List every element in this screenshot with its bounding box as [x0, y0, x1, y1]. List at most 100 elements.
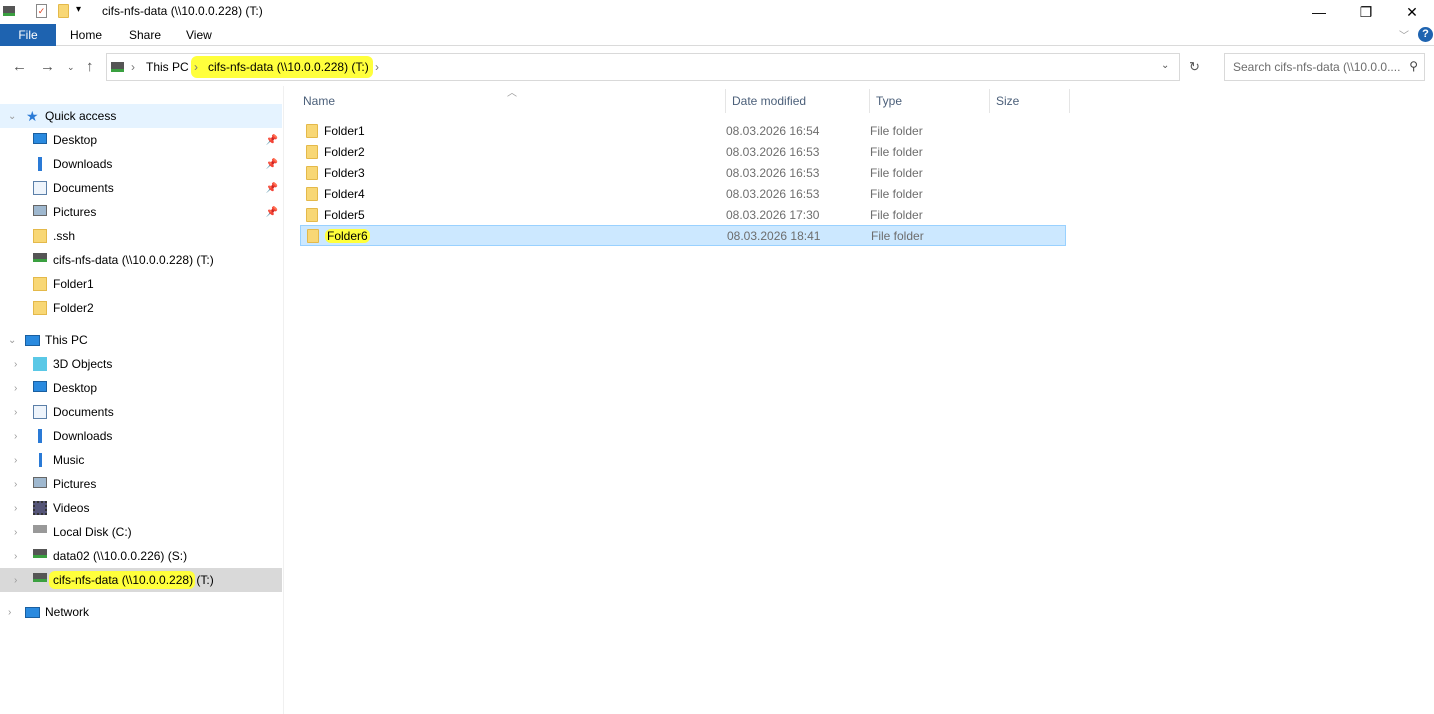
file-type: File folder	[871, 228, 924, 243]
customize-qat-icon[interactable]: ▾	[76, 4, 81, 15]
address-bar[interactable]: › This PC › cifs-nfs-data (\\10.0.0.228)…	[106, 53, 1200, 81]
sidebar-item[interactable]: Downloads 📌	[0, 152, 282, 176]
close-button[interactable]: ✕	[1389, 0, 1434, 24]
column-header-size[interactable]: Size	[990, 89, 1070, 113]
file-name: Folder2	[324, 144, 365, 159]
column-header-date[interactable]: Date modified	[726, 89, 870, 113]
up-button[interactable]: ↑	[86, 58, 94, 75]
back-button[interactable]: ←	[12, 58, 27, 75]
navigation-pane: ⌄ ★ Quick access Desktop 📌 Downloads 📌 Docum…	[0, 86, 284, 714]
folder-icon	[306, 123, 318, 138]
tab-share[interactable]: Share	[115, 24, 175, 46]
minimize-button[interactable]: —	[1296, 0, 1342, 24]
expand-ribbon-icon[interactable]: ﹀	[1399, 27, 1409, 42]
file-date: 08.03.2026 16:53	[726, 186, 820, 201]
chevron-right-icon[interactable]: ›	[14, 431, 17, 442]
file-date: 08.03.2026 16:53	[726, 165, 820, 180]
folder-icon	[33, 277, 47, 291]
sidebar-item[interactable]: cifs-nfs-data (\\10.0.0.228) (T:)	[0, 248, 282, 272]
chevron-right-icon[interactable]: ›	[14, 359, 17, 370]
file-name-cell: Folder6	[301, 228, 727, 243]
pin-icon[interactable]: 📌	[266, 207, 278, 218]
file-date: 08.03.2026 17:30	[726, 207, 820, 222]
sidebar-label: Music	[53, 453, 85, 467]
recent-locations-button[interactable]: ⌄	[67, 62, 75, 73]
chevron-right-icon[interactable]: ›	[14, 575, 17, 586]
doc-icon	[33, 181, 47, 195]
sidebar-label: Local Disk (C:)	[53, 525, 132, 539]
refresh-icon[interactable]: ↻	[1189, 59, 1200, 75]
column-header-type[interactable]: Type	[870, 89, 990, 113]
help-icon[interactable]: ?	[1418, 27, 1433, 42]
folder-icon	[306, 165, 318, 180]
sidebar-network[interactable]: › Network	[0, 600, 282, 624]
file-row[interactable]: Folder2 08.03.2026 16:53 File folder	[300, 141, 1066, 162]
new-folder-icon[interactable]	[58, 4, 69, 18]
sidebar-item[interactable]: › Documents	[0, 400, 282, 424]
sidebar-quick-access[interactable]: ⌄ ★ Quick access	[0, 104, 282, 128]
pic-icon	[33, 205, 47, 216]
sidebar-item[interactable]: › Downloads	[0, 424, 282, 448]
folder-icon	[306, 207, 318, 222]
chevron-down-icon[interactable]: ⌄	[8, 111, 16, 122]
sidebar-item[interactable]: › Videos	[0, 496, 282, 520]
folder-icon	[306, 144, 318, 159]
sidebar-item[interactable]: › Music	[0, 448, 282, 472]
address-dropdown-icon[interactable]: ⌄	[1161, 60, 1169, 71]
chevron-right-icon[interactable]: ›	[14, 407, 17, 418]
tab-view[interactable]: View	[172, 24, 226, 46]
pin-icon[interactable]: 📌	[266, 183, 278, 194]
breadcrumb-this-pc[interactable]: This PC	[146, 60, 189, 74]
drive-icon	[33, 253, 47, 262]
sidebar-item[interactable]: › cifs-nfs-data (\\10.0.0.228) (T:)	[0, 568, 282, 592]
breadcrumb-drive[interactable]: cifs-nfs-data (\\10.0.0.228) (T:)	[208, 60, 369, 74]
chevron-right-icon[interactable]: ›	[14, 503, 17, 514]
sidebar-item[interactable]: › Pictures	[0, 472, 282, 496]
sidebar-item[interactable]: › Desktop	[0, 376, 282, 400]
chevron-right-icon[interactable]: ›	[14, 383, 17, 394]
breadcrumb-separator[interactable]: ›	[194, 60, 198, 74]
file-type: File folder	[870, 144, 923, 159]
breadcrumb-separator[interactable]: ›	[131, 60, 135, 74]
sidebar-item[interactable]: › Local Disk (C:)	[0, 520, 282, 544]
file-type: File folder	[870, 165, 923, 180]
breadcrumb-separator[interactable]: ›	[375, 60, 379, 74]
file-row[interactable]: Folder1 08.03.2026 16:54 File folder	[300, 120, 1066, 141]
pin-icon[interactable]: 📌	[266, 135, 278, 146]
tab-home[interactable]: Home	[56, 24, 116, 46]
drive-icon	[3, 6, 15, 16]
chevron-right-icon[interactable]: ›	[14, 527, 17, 538]
search-input[interactable]: Search cifs-nfs-data (\\10.0.0.... ⚲	[1224, 53, 1425, 81]
file-row[interactable]: Folder5 08.03.2026 17:30 File folder	[300, 204, 1066, 225]
chevron-right-icon[interactable]: ›	[14, 479, 17, 490]
chevron-right-icon[interactable]: ›	[8, 607, 11, 618]
tab-file[interactable]: File	[0, 24, 56, 46]
sidebar-this-pc[interactable]: ⌄ This PC	[0, 328, 282, 352]
sidebar-item[interactable]: Folder1	[0, 272, 282, 296]
sidebar-item[interactable]: Desktop 📌	[0, 128, 282, 152]
restore-button[interactable]: ❐	[1343, 0, 1389, 24]
chevron-right-icon[interactable]: ›	[14, 551, 17, 562]
sidebar-item[interactable]: › 3D Objects	[0, 352, 282, 376]
sidebar-item[interactable]: .ssh	[0, 224, 282, 248]
chevron-right-icon[interactable]: ›	[14, 455, 17, 466]
forward-button[interactable]: →	[40, 58, 55, 75]
file-row[interactable]: Folder6 08.03.2026 18:41 File folder	[300, 225, 1066, 246]
column-header-name[interactable]: Name	[297, 89, 726, 113]
file-name: Folder5	[324, 207, 365, 222]
file-date: 08.03.2026 18:41	[727, 228, 821, 243]
pin-icon[interactable]: 📌	[266, 159, 278, 170]
sidebar-label: cifs-nfs-data (\\10.0.0.228) (T:)	[53, 573, 214, 587]
file-row[interactable]: Folder3 08.03.2026 16:53 File folder	[300, 162, 1066, 183]
file-type: File folder	[870, 186, 923, 201]
file-name-cell: Folder1	[300, 123, 726, 138]
sidebar-item[interactable]: Pictures 📌	[0, 200, 282, 224]
sidebar-item[interactable]: Folder2	[0, 296, 282, 320]
sidebar-item[interactable]: › data02 (\\10.0.0.226) (S:)	[0, 544, 282, 568]
chevron-down-icon[interactable]: ⌄	[8, 335, 16, 346]
sidebar-item[interactable]: Documents 📌	[0, 176, 282, 200]
sidebar-label: Videos	[53, 501, 90, 515]
sidebar-label: Desktop	[53, 381, 98, 395]
file-row[interactable]: Folder4 08.03.2026 16:53 File folder	[300, 183, 1066, 204]
properties-icon[interactable]: ✓	[36, 4, 47, 18]
